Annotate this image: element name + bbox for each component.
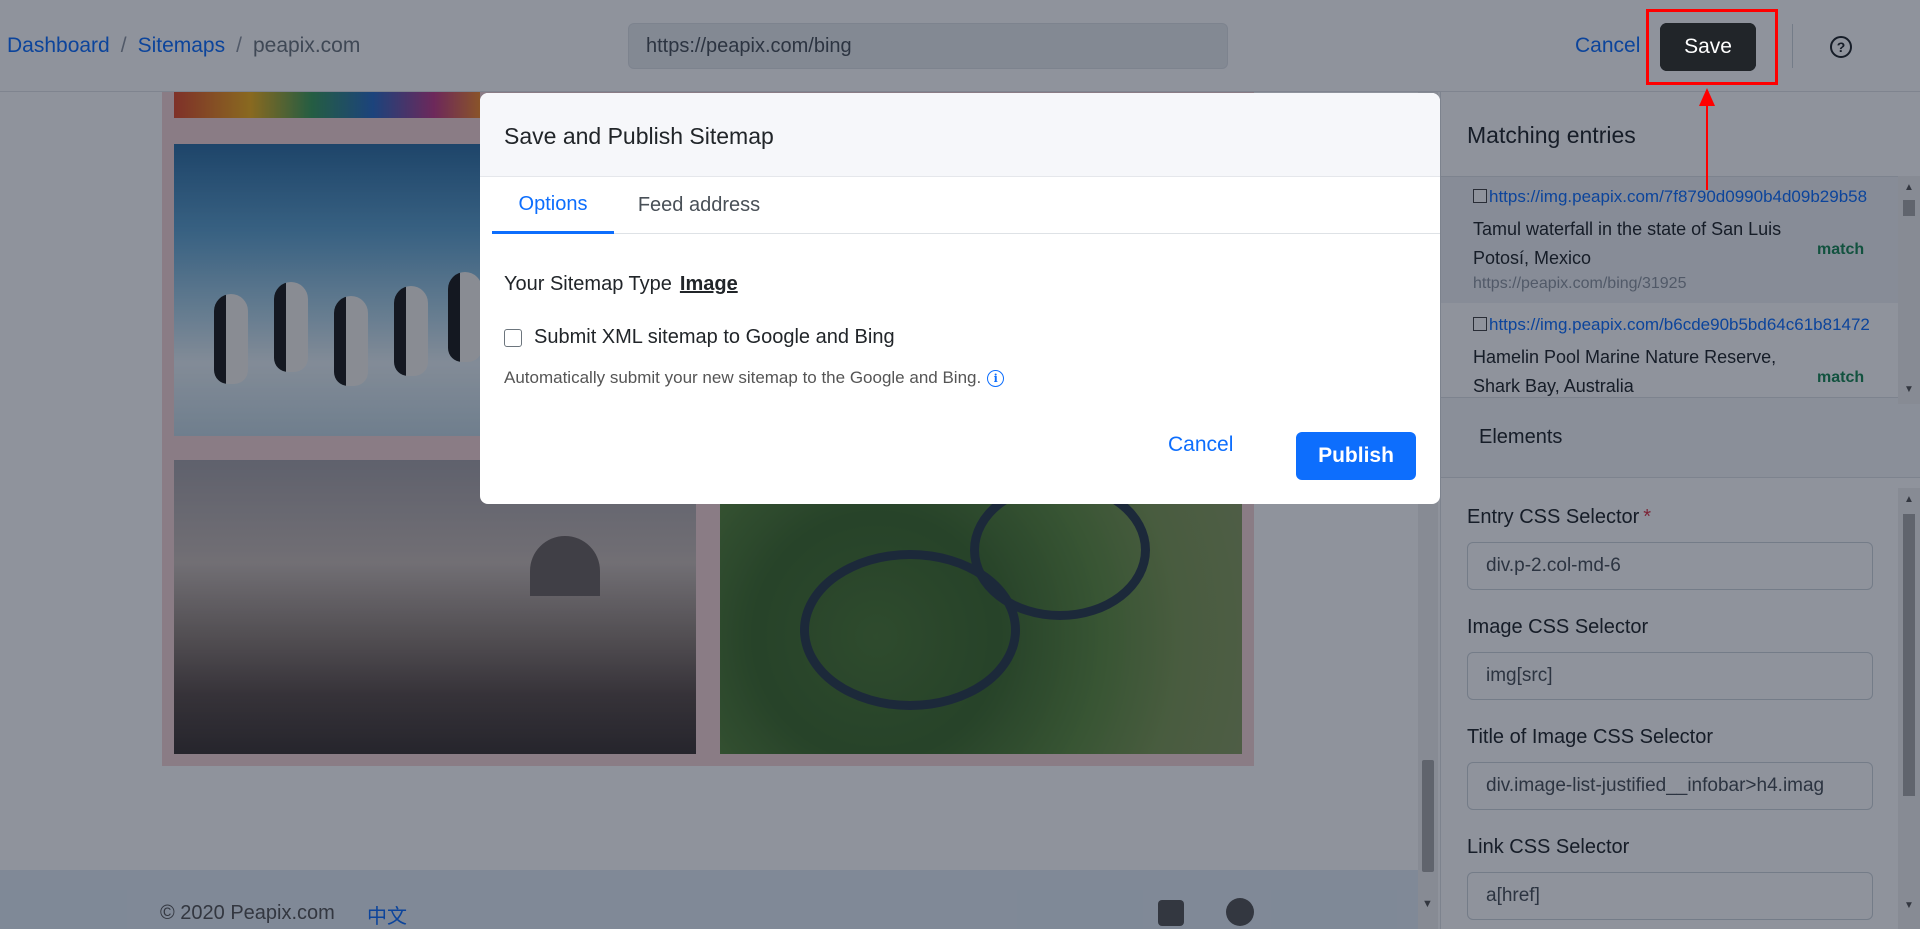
submit-sitemap-checkbox[interactable]: [504, 328, 522, 347]
tab-feed-address[interactable]: Feed address: [626, 177, 772, 234]
tab-options[interactable]: Options: [492, 177, 614, 234]
submit-sitemap-label[interactable]: Submit XML sitemap to Google and Bing: [534, 326, 895, 349]
sitemap-type-value[interactable]: Image: [680, 273, 738, 295]
dialog-cancel-button[interactable]: Cancel: [1168, 433, 1233, 457]
annotation-arrow-line: [1706, 104, 1708, 190]
submit-sitemap-row[interactable]: Submit XML sitemap to Google and Bing: [504, 326, 895, 349]
publish-sitemap-dialog: Save and Publish Sitemap Options Feed ad…: [480, 93, 1440, 504]
dialog-header: Save and Publish Sitemap: [480, 93, 1440, 177]
publish-button[interactable]: Publish: [1296, 432, 1416, 480]
sitemap-type-row: Your Sitemap Type Image: [504, 273, 738, 296]
dialog-tabs: Options Feed address: [492, 177, 1440, 234]
dialog-title: Save and Publish Sitemap: [504, 123, 774, 149]
submit-help-text: Automatically submit your new sitemap to…: [504, 368, 1005, 388]
highlight-box: [1646, 9, 1778, 85]
info-icon[interactable]: i: [987, 369, 1005, 387]
sitemap-type-label: Your Sitemap Type: [504, 273, 672, 295]
